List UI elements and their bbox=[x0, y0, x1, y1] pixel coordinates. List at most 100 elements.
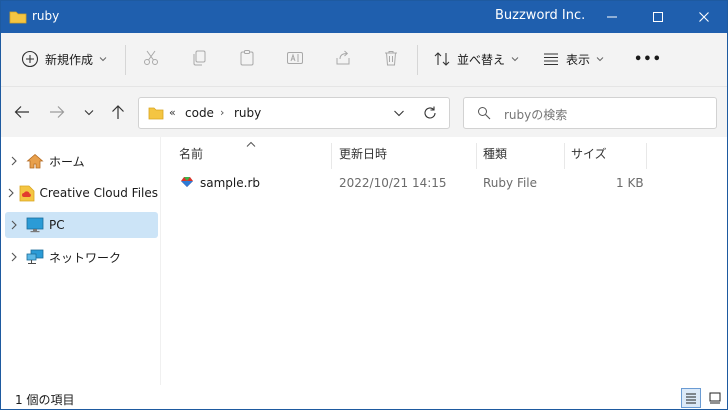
delete-icon bbox=[385, 51, 397, 66]
chevron-down-icon bbox=[596, 57, 604, 62]
forward-button[interactable] bbox=[46, 101, 68, 123]
column-header-modified[interactable]: 更新日時 bbox=[339, 145, 387, 171]
chevron-down-icon bbox=[394, 110, 404, 117]
column-divider[interactable] bbox=[646, 143, 647, 169]
search-icon bbox=[477, 106, 491, 123]
view-label: 表示 bbox=[566, 52, 591, 67]
navigation-pane: ホーム Creative Cloud Files PC ネットワーク bbox=[1, 137, 161, 385]
title-bar[interactable]: ruby Buzzword Inc. bbox=[1, 1, 727, 33]
chevron-down-icon bbox=[511, 57, 519, 62]
network-icon bbox=[25, 248, 45, 266]
folder-icon bbox=[9, 10, 27, 24]
chevron-down-icon bbox=[84, 109, 94, 115]
paste-icon bbox=[240, 50, 254, 66]
sort-ascending-icon bbox=[246, 137, 256, 151]
new-label: 新規作成 bbox=[45, 52, 94, 67]
share-button[interactable] bbox=[332, 47, 354, 69]
chevron-down-icon bbox=[99, 57, 107, 62]
details-view-button[interactable] bbox=[681, 388, 701, 408]
plus-icon bbox=[21, 50, 39, 68]
command-bar: 新規作成 並べ替え 表示 ••• bbox=[1, 33, 727, 87]
search-input[interactable]: rubyの検索 bbox=[463, 97, 717, 129]
expand-chevron-icon[interactable] bbox=[5, 156, 23, 166]
separator bbox=[417, 45, 418, 75]
arrow-left-icon bbox=[14, 106, 29, 118]
copy-icon bbox=[193, 50, 206, 66]
file-modified: 2022/10/21 14:15 bbox=[339, 176, 447, 190]
sort-label: 並べ替え bbox=[457, 52, 506, 67]
more-button[interactable]: ••• bbox=[628, 43, 662, 75]
maximize-button[interactable] bbox=[635, 1, 681, 33]
view-icon bbox=[544, 53, 558, 65]
close-button[interactable] bbox=[681, 1, 727, 33]
refresh-icon bbox=[424, 106, 436, 119]
file-size: 1 KB bbox=[616, 176, 644, 190]
explorer-window: ruby Buzzword Inc. 新規作成 並べ替え 表示 ••• « co… bbox=[0, 0, 728, 410]
file-name: sample.rb bbox=[200, 176, 260, 190]
search-placeholder: rubyの検索 bbox=[504, 108, 568, 122]
refresh-button[interactable] bbox=[423, 105, 437, 124]
cut-icon bbox=[144, 50, 158, 65]
app-title: Buzzword Inc. bbox=[495, 8, 586, 23]
creative-cloud-folder-icon bbox=[19, 184, 35, 202]
tiles-view-icon bbox=[709, 392, 721, 404]
ruby-file-icon bbox=[180, 176, 194, 191]
expand-chevron-icon[interactable] bbox=[5, 252, 23, 262]
overflow-chevron[interactable]: « bbox=[169, 106, 176, 119]
home-icon bbox=[25, 152, 45, 170]
view-button[interactable]: 表示 bbox=[542, 43, 604, 75]
sort-button[interactable]: 並べ替え bbox=[433, 43, 519, 75]
window-title: ruby bbox=[32, 9, 60, 23]
minimize-button[interactable] bbox=[589, 1, 635, 33]
rename-icon bbox=[287, 52, 303, 64]
cut-button[interactable] bbox=[140, 47, 162, 69]
column-header-size[interactable]: サイズ bbox=[571, 145, 607, 171]
delete-button[interactable] bbox=[380, 47, 402, 69]
nav-item-creative-cloud[interactable]: Creative Cloud Files bbox=[5, 180, 158, 206]
file-type: Ruby File bbox=[483, 176, 538, 190]
nav-item-home[interactable]: ホーム bbox=[5, 148, 158, 174]
maximize-icon bbox=[653, 12, 663, 22]
breadcrumb-ruby[interactable]: ruby bbox=[234, 106, 261, 120]
column-divider[interactable] bbox=[476, 143, 477, 169]
file-list: 名前 更新日時 種類 サイズ sample.rb 2022/10/21 14:1… bbox=[162, 137, 727, 385]
new-button[interactable]: 新規作成 bbox=[21, 43, 107, 75]
recent-locations-button[interactable] bbox=[78, 101, 100, 123]
close-icon bbox=[699, 12, 709, 22]
column-header-name[interactable]: 名前 bbox=[179, 145, 203, 171]
up-button[interactable] bbox=[107, 101, 129, 123]
share-icon bbox=[336, 50, 350, 65]
nav-item-label: ホーム bbox=[49, 154, 85, 169]
column-header-type[interactable]: 種類 bbox=[483, 145, 507, 171]
monitor-icon bbox=[25, 216, 45, 234]
address-row: « code › ruby rubyの検索 bbox=[1, 87, 727, 137]
address-bar[interactable]: « code › ruby bbox=[138, 97, 450, 129]
paste-button[interactable] bbox=[236, 47, 258, 69]
nav-item-label: ネットワーク bbox=[49, 250, 122, 265]
expand-chevron-icon[interactable] bbox=[5, 188, 17, 198]
nav-item-label: Creative Cloud Files bbox=[39, 186, 158, 200]
status-bar: 1 個の項目 bbox=[1, 385, 727, 409]
arrow-right-icon bbox=[50, 106, 65, 118]
column-divider[interactable] bbox=[564, 143, 565, 169]
column-divider[interactable] bbox=[331, 143, 332, 169]
copy-button[interactable] bbox=[188, 47, 210, 69]
item-count: 1 個の項目 bbox=[15, 393, 75, 407]
rename-button[interactable] bbox=[284, 47, 306, 69]
nav-item-pc[interactable]: PC bbox=[5, 212, 158, 238]
more-icon: ••• bbox=[634, 51, 662, 67]
separator bbox=[125, 45, 126, 75]
nav-item-label: PC bbox=[49, 218, 65, 232]
details-view-icon bbox=[686, 393, 696, 404]
breadcrumb-separator: › bbox=[220, 106, 225, 119]
arrow-up-icon bbox=[112, 105, 124, 119]
expand-chevron-icon[interactable] bbox=[5, 220, 23, 230]
file-row[interactable]: sample.rb 2022/10/21 14:15 Ruby File 1 K… bbox=[172, 171, 652, 195]
breadcrumb-code[interactable]: code bbox=[185, 106, 214, 120]
address-dropdown[interactable] bbox=[393, 105, 405, 124]
back-button[interactable] bbox=[11, 101, 33, 123]
tiles-view-button[interactable] bbox=[705, 388, 725, 408]
folder-icon bbox=[148, 106, 164, 123]
sort-icon bbox=[434, 52, 450, 66]
nav-item-network[interactable]: ネットワーク bbox=[5, 244, 158, 270]
